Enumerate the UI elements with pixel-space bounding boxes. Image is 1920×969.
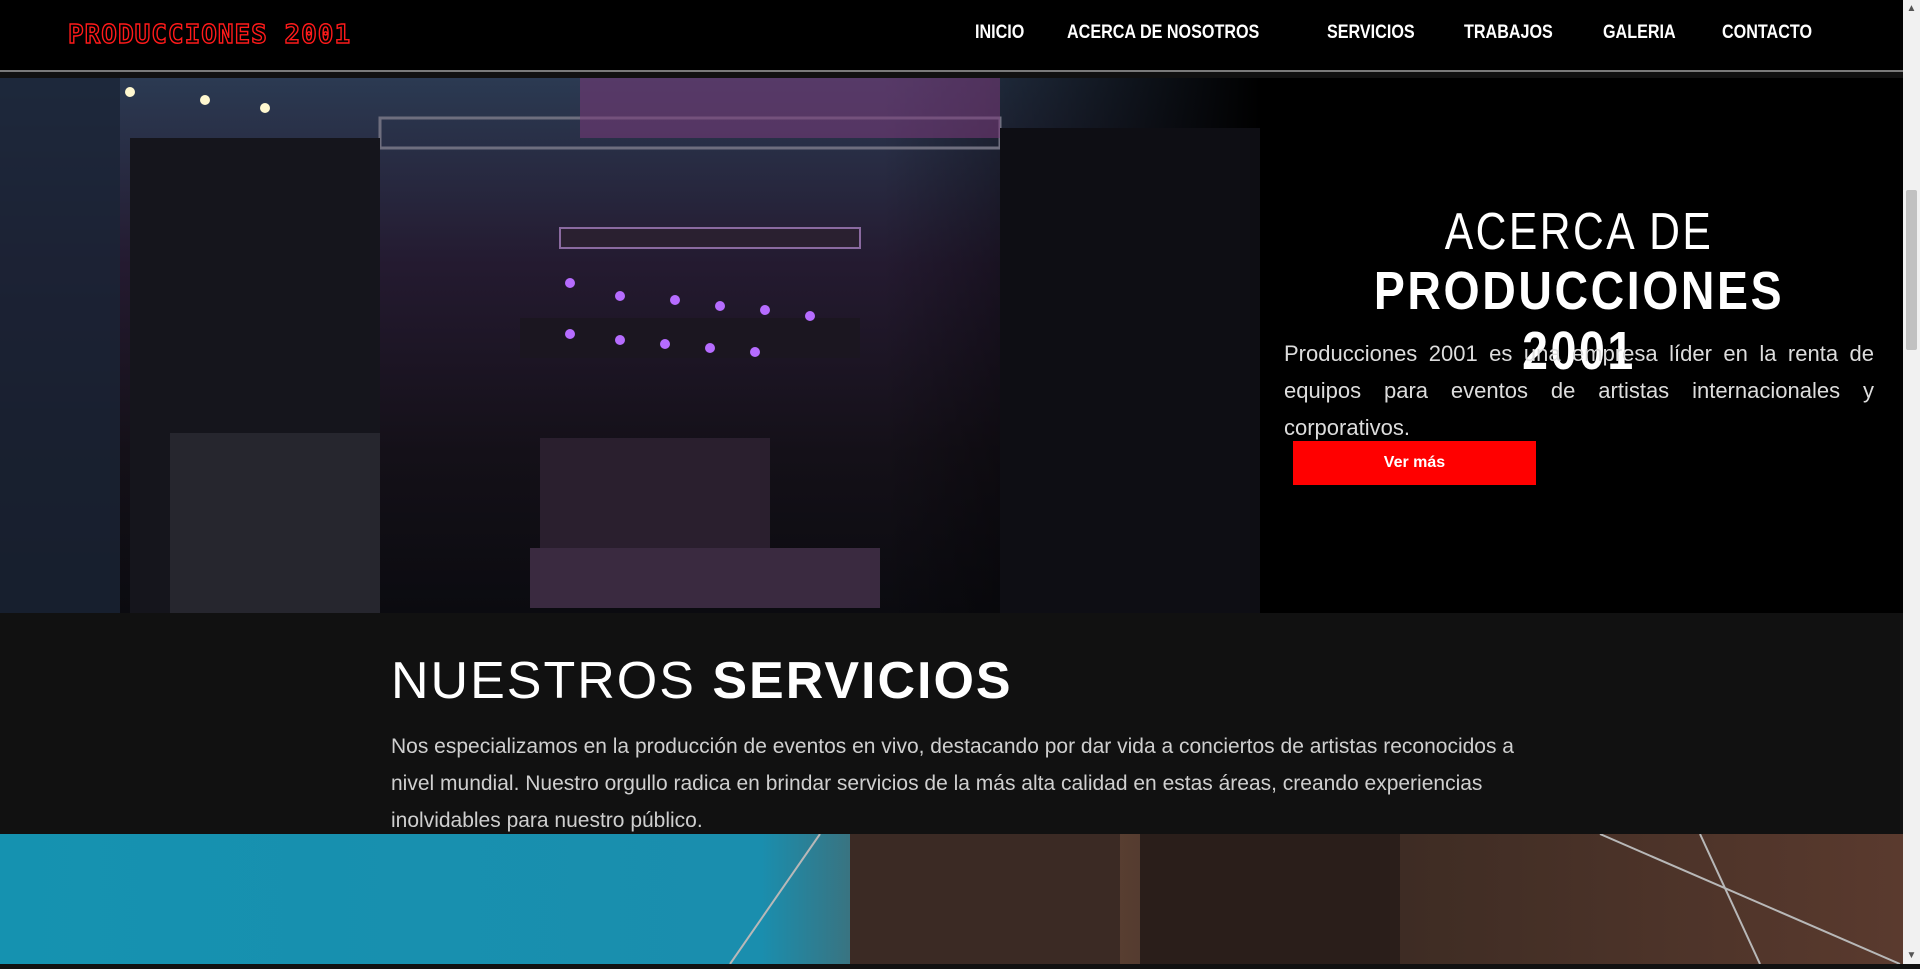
stage-illustration bbox=[0, 78, 1260, 613]
scroll-down-icon[interactable]: ▼ bbox=[1903, 947, 1920, 964]
page-scrollbar[interactable]: ▲ ▼ bbox=[1903, 0, 1920, 964]
nav-link-contacto[interactable]: CONTACTO bbox=[1722, 22, 1812, 44]
services-title-bold: SERVICIOS bbox=[712, 652, 1013, 710]
hero-title-light: ACERCA DE bbox=[1444, 203, 1714, 261]
hero-description: Producciones 2001 es una empresa líder e… bbox=[1284, 341, 1874, 440]
ver-mas-button[interactable]: Ver más bbox=[1293, 441, 1536, 485]
services-title-light: NUESTROS bbox=[391, 652, 696, 710]
nav-link-trabajos[interactable]: TRABAJOS bbox=[1464, 22, 1553, 44]
nav-link-servicios[interactable]: SERVICIOS bbox=[1327, 22, 1415, 44]
services-photo bbox=[0, 833, 1903, 965]
nav-links: INICIO ACERCA DE NOSOTROS SERVICIOS TRAB… bbox=[975, 22, 1818, 44]
nav-link-acerca[interactable]: ACERCA DE NOSOTROS bbox=[1067, 22, 1259, 44]
truss-illustration bbox=[729, 833, 1901, 965]
scroll-thumb[interactable] bbox=[1906, 190, 1917, 350]
scroll-up-icon[interactable]: ▲ bbox=[1903, 0, 1920, 17]
navbar: PRODUCCIONES 2001 INICIO ACERCA DE NOSOT… bbox=[0, 0, 1903, 72]
stage-photo bbox=[0, 78, 1260, 613]
services-title: NUESTROS SERVICIOS bbox=[391, 651, 1013, 711]
nav-link-inicio[interactable]: INICIO bbox=[975, 22, 1024, 44]
logo[interactable]: PRODUCCIONES 2001 bbox=[67, 19, 351, 50]
services-section: NUESTROS SERVICIOS Nos especializamos en… bbox=[0, 613, 1903, 834]
nav-link-galeria[interactable]: GALERIA bbox=[1603, 22, 1676, 44]
services-description: Nos especializamos en la producción de e… bbox=[391, 735, 1514, 832]
